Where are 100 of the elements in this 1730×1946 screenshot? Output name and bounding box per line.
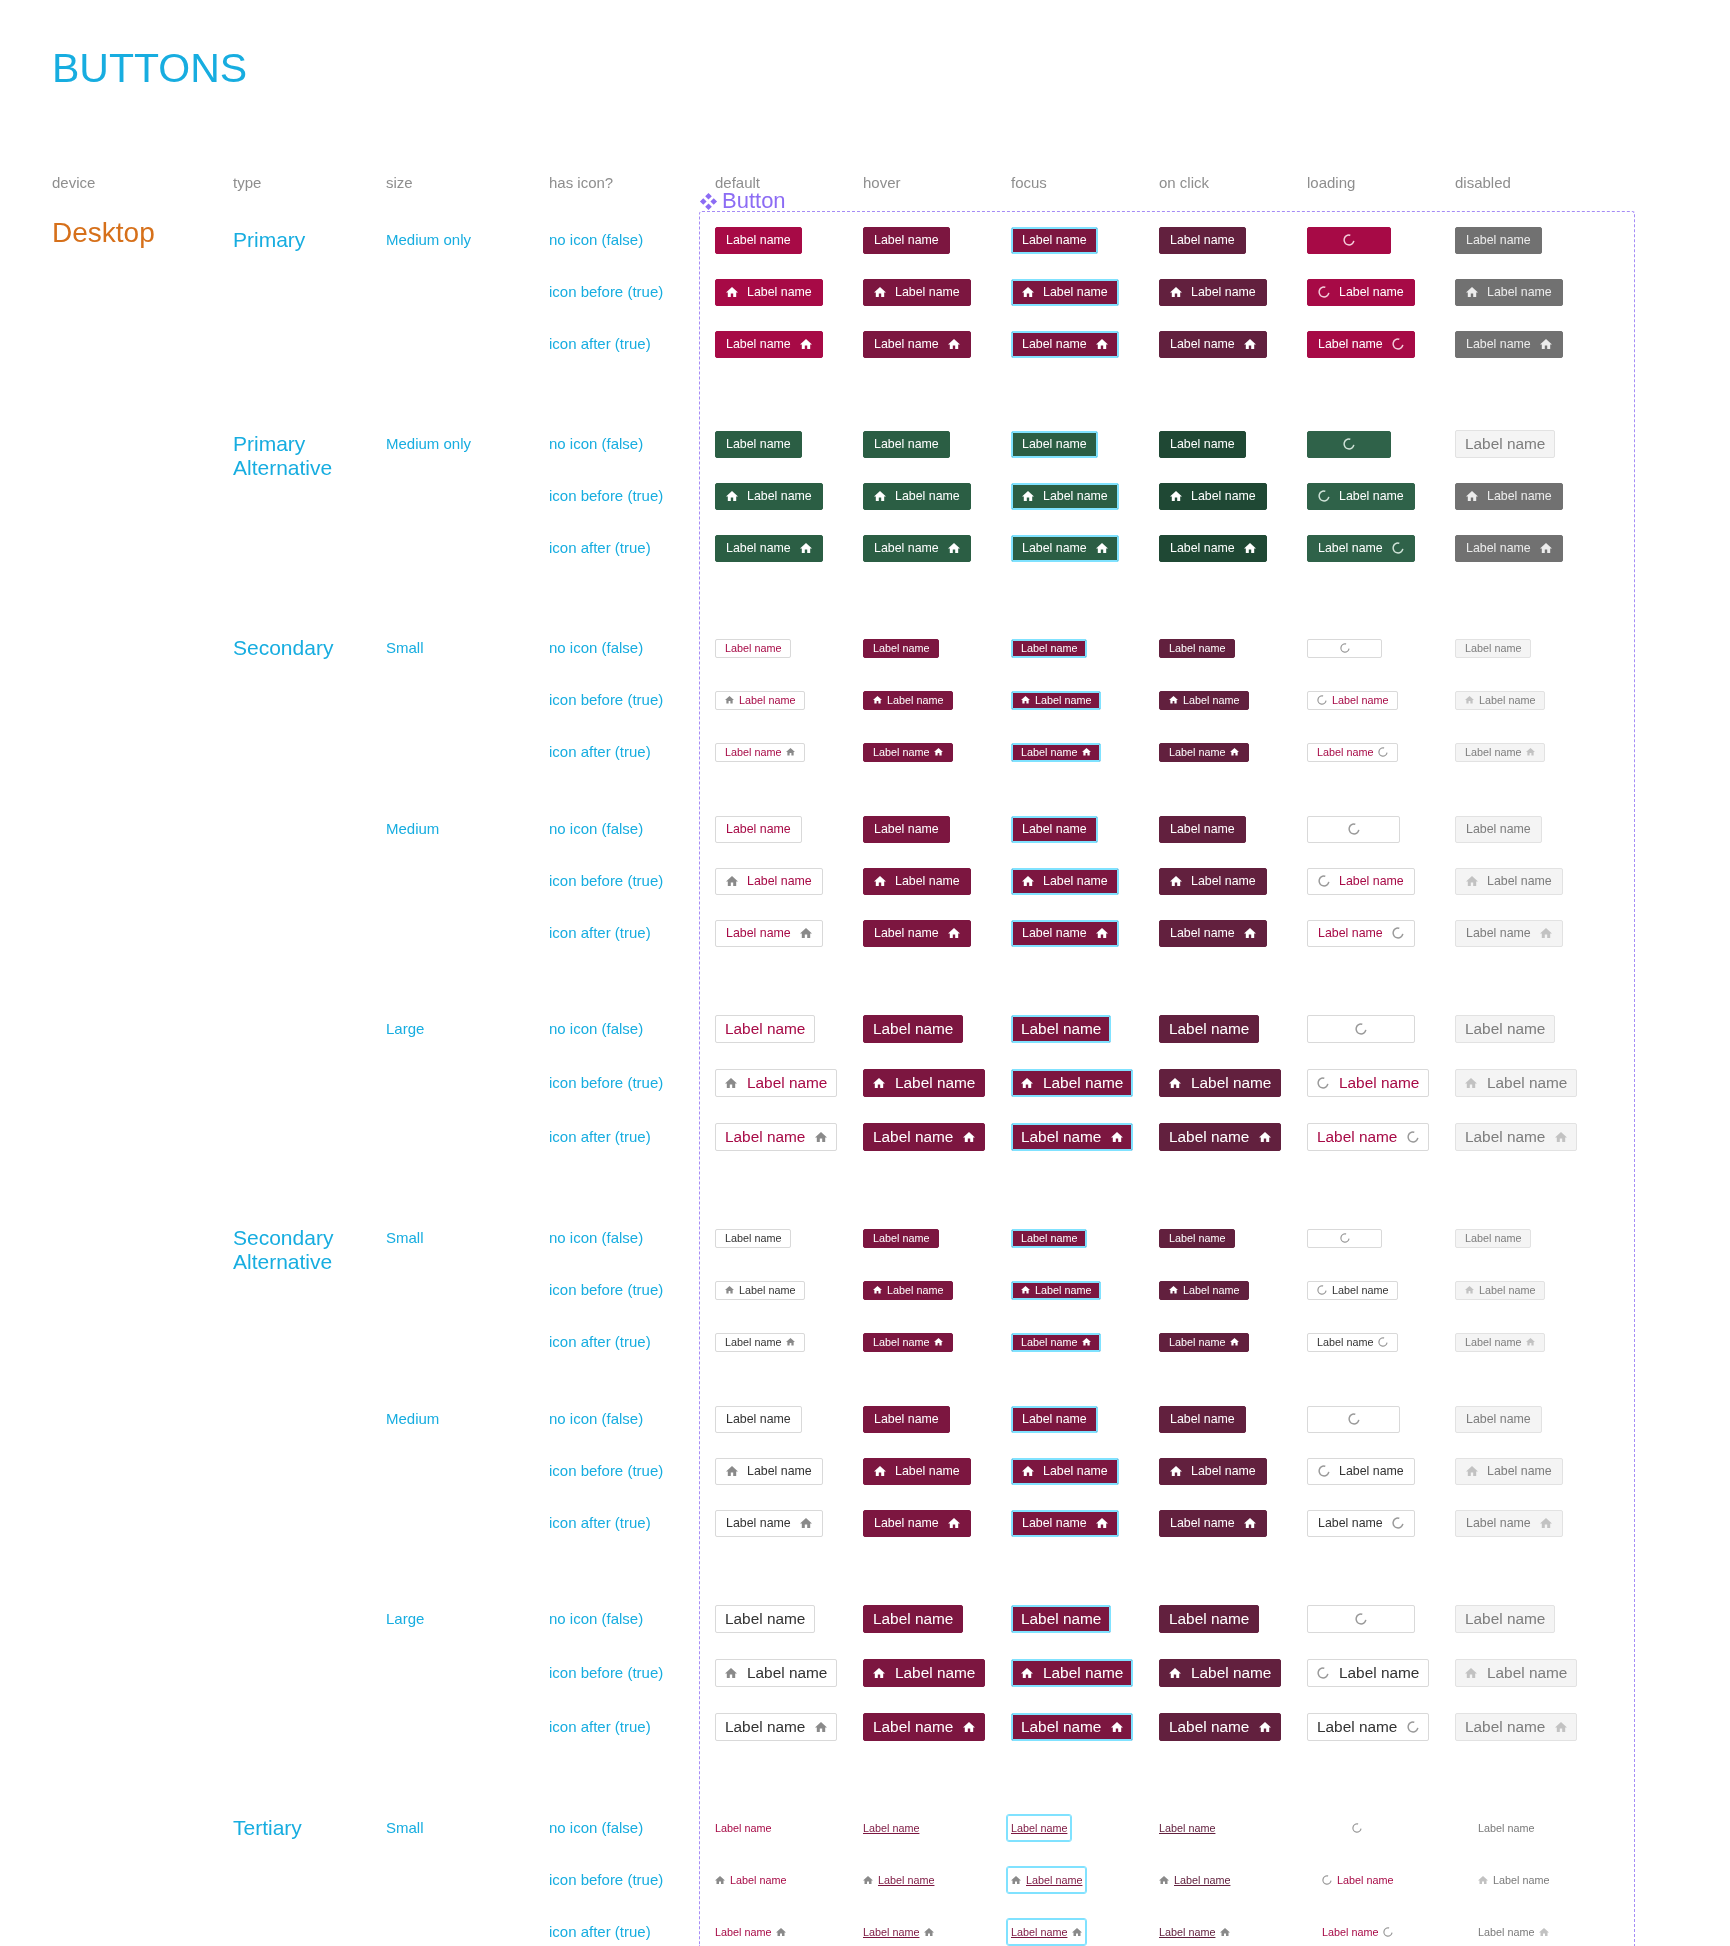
primary-alternative-button[interactable]: Label name bbox=[863, 534, 971, 562]
primary-alternative-button[interactable]: Label name bbox=[715, 430, 802, 458]
secondary-alternative-button[interactable]: Label name bbox=[863, 1605, 964, 1633]
secondary-alternative-button[interactable]: Label name bbox=[863, 1228, 940, 1248]
primary-button[interactable]: Label name bbox=[1011, 330, 1119, 358]
secondary-button[interactable]: Label name bbox=[863, 815, 950, 843]
secondary-button[interactable]: Label name bbox=[1011, 690, 1102, 710]
primary-button[interactable]: Label name bbox=[863, 278, 971, 306]
tertiary-button[interactable]: Label name bbox=[1473, 1814, 1540, 1842]
tertiary-button[interactable]: Label name bbox=[1006, 1814, 1073, 1842]
secondary-button[interactable]: Label name bbox=[1307, 1123, 1430, 1151]
secondary-button[interactable]: Label name bbox=[1011, 1069, 1134, 1097]
secondary-button[interactable]: Label name bbox=[1307, 919, 1415, 947]
secondary-alternative-button[interactable]: Label name bbox=[1011, 1228, 1088, 1248]
primary-button[interactable]: Label name bbox=[1307, 278, 1415, 306]
primary-button[interactable]: Label name bbox=[1455, 330, 1563, 358]
tertiary-button[interactable]: Label name bbox=[710, 1866, 792, 1894]
secondary-alternative-button[interactable]: Label name bbox=[1011, 1509, 1119, 1537]
secondary-button[interactable]: Label name bbox=[1011, 742, 1102, 762]
secondary-button[interactable]: Label name bbox=[715, 638, 792, 658]
primary-button[interactable]: Label name bbox=[1159, 226, 1246, 254]
secondary-alternative-button[interactable]: Label name bbox=[1307, 1332, 1399, 1352]
primary-alternative-button[interactable]: Label name bbox=[863, 482, 971, 510]
secondary-button[interactable]: Label name bbox=[1455, 690, 1546, 710]
tertiary-button[interactable]: Label name bbox=[1154, 1866, 1236, 1894]
secondary-alternative-button[interactable]: Label name bbox=[715, 1659, 838, 1687]
secondary-alternative-button[interactable]: Label name bbox=[1307, 1280, 1399, 1300]
secondary-alternative-button[interactable] bbox=[1307, 1605, 1415, 1633]
primary-button[interactable]: Label name bbox=[1011, 278, 1119, 306]
secondary-button[interactable]: Label name bbox=[715, 1069, 838, 1097]
secondary-button[interactable]: Label name bbox=[1159, 1015, 1260, 1043]
secondary-alternative-button[interactable]: Label name bbox=[1159, 1280, 1250, 1300]
primary-button[interactable]: Label name bbox=[1159, 330, 1267, 358]
secondary-button[interactable]: Label name bbox=[1159, 1069, 1282, 1097]
primary-button[interactable]: Label name bbox=[1307, 330, 1415, 358]
secondary-alternative-button[interactable]: Label name bbox=[1307, 1457, 1415, 1485]
tertiary-button[interactable]: Label name bbox=[1006, 1866, 1088, 1894]
secondary-alternative-button[interactable]: Label name bbox=[1011, 1713, 1134, 1741]
secondary-button[interactable] bbox=[1307, 638, 1382, 658]
secondary-button[interactable]: Label name bbox=[1455, 430, 1556, 458]
primary-alternative-button[interactable]: Label name bbox=[1159, 534, 1267, 562]
secondary-button[interactable]: Label name bbox=[1455, 1069, 1578, 1097]
secondary-button[interactable]: Label name bbox=[1011, 815, 1098, 843]
secondary-alternative-button[interactable]: Label name bbox=[863, 1280, 954, 1300]
tertiary-button[interactable]: Label name bbox=[710, 1814, 777, 1842]
secondary-alternative-button[interactable]: Label name bbox=[1011, 1457, 1119, 1485]
primary-alternative-button[interactable]: Label name bbox=[863, 430, 950, 458]
primary-alternative-button[interactable]: Label name bbox=[1159, 482, 1267, 510]
secondary-alternative-button[interactable]: Label name bbox=[1159, 1457, 1267, 1485]
secondary-alternative-button[interactable]: Label name bbox=[715, 1713, 838, 1741]
primary-button[interactable]: Label name bbox=[1455, 278, 1563, 306]
secondary-button[interactable]: Label name bbox=[1455, 867, 1563, 895]
secondary-button[interactable]: Label name bbox=[1011, 638, 1088, 658]
tertiary-button[interactable]: Label name bbox=[858, 1814, 925, 1842]
secondary-button[interactable]: Label name bbox=[1455, 815, 1542, 843]
secondary-alternative-button[interactable]: Label name bbox=[715, 1280, 806, 1300]
tertiary-button[interactable]: Label name bbox=[1317, 1918, 1399, 1946]
secondary-button[interactable]: Label name bbox=[1307, 742, 1399, 762]
primary-alternative-button[interactable]: Label name bbox=[1307, 534, 1415, 562]
secondary-button[interactable]: Label name bbox=[1011, 867, 1119, 895]
secondary-button[interactable]: Label name bbox=[863, 867, 971, 895]
secondary-button[interactable]: Label name bbox=[1159, 1123, 1282, 1151]
secondary-alternative-button[interactable]: Label name bbox=[863, 1332, 954, 1352]
secondary-button[interactable]: Label name bbox=[863, 1123, 986, 1151]
secondary-alternative-button[interactable]: Label name bbox=[1455, 1405, 1542, 1433]
primary-button[interactable]: Label name bbox=[1011, 226, 1098, 254]
secondary-alternative-button[interactable]: Label name bbox=[1455, 1509, 1563, 1537]
secondary-alternative-button[interactable]: Label name bbox=[1159, 1713, 1282, 1741]
tertiary-button[interactable]: Label name bbox=[858, 1866, 940, 1894]
primary-alternative-button[interactable]: Label name bbox=[1307, 482, 1415, 510]
primary-alternative-button[interactable]: Label name bbox=[1011, 482, 1119, 510]
secondary-button[interactable]: Label name bbox=[1159, 690, 1250, 710]
primary-button[interactable]: Label name bbox=[1455, 226, 1542, 254]
secondary-button[interactable]: Label name bbox=[1455, 919, 1563, 947]
secondary-alternative-button[interactable]: Label name bbox=[715, 1605, 816, 1633]
primary-button[interactable]: Label name bbox=[1159, 278, 1267, 306]
primary-alternative-button[interactable]: Label name bbox=[1011, 534, 1119, 562]
primary-alternative-button[interactable]: Label name bbox=[1159, 430, 1246, 458]
primary-alternative-button[interactable]: Label name bbox=[715, 534, 823, 562]
secondary-alternative-button[interactable]: Label name bbox=[715, 1457, 823, 1485]
secondary-button[interactable]: Label name bbox=[1307, 1069, 1430, 1097]
secondary-alternative-button[interactable]: Label name bbox=[863, 1509, 971, 1537]
tertiary-button[interactable]: Label name bbox=[1154, 1814, 1221, 1842]
secondary-button[interactable]: Label name bbox=[1011, 1015, 1112, 1043]
secondary-button[interactable]: Label name bbox=[1159, 919, 1267, 947]
secondary-button[interactable]: Label name bbox=[1455, 638, 1532, 658]
secondary-alternative-button[interactable]: Label name bbox=[863, 1659, 986, 1687]
tertiary-button[interactable]: Label name bbox=[1473, 1866, 1555, 1894]
secondary-alternative-button[interactable]: Label name bbox=[1307, 1509, 1415, 1537]
secondary-button[interactable]: Label name bbox=[1307, 690, 1399, 710]
secondary-button[interactable]: Label name bbox=[1011, 1123, 1134, 1151]
secondary-alternative-button[interactable]: Label name bbox=[1159, 1509, 1267, 1537]
secondary-alternative-button[interactable]: Label name bbox=[1455, 1280, 1546, 1300]
secondary-alternative-button[interactable]: Label name bbox=[863, 1457, 971, 1485]
primary-button[interactable] bbox=[1307, 226, 1391, 254]
secondary-button[interactable]: Label name bbox=[1011, 919, 1119, 947]
secondary-button[interactable]: Label name bbox=[1159, 867, 1267, 895]
secondary-alternative-button[interactable]: Label name bbox=[1159, 1405, 1246, 1433]
secondary-button[interactable]: Label name bbox=[715, 690, 806, 710]
secondary-alternative-button[interactable] bbox=[1307, 1405, 1400, 1433]
